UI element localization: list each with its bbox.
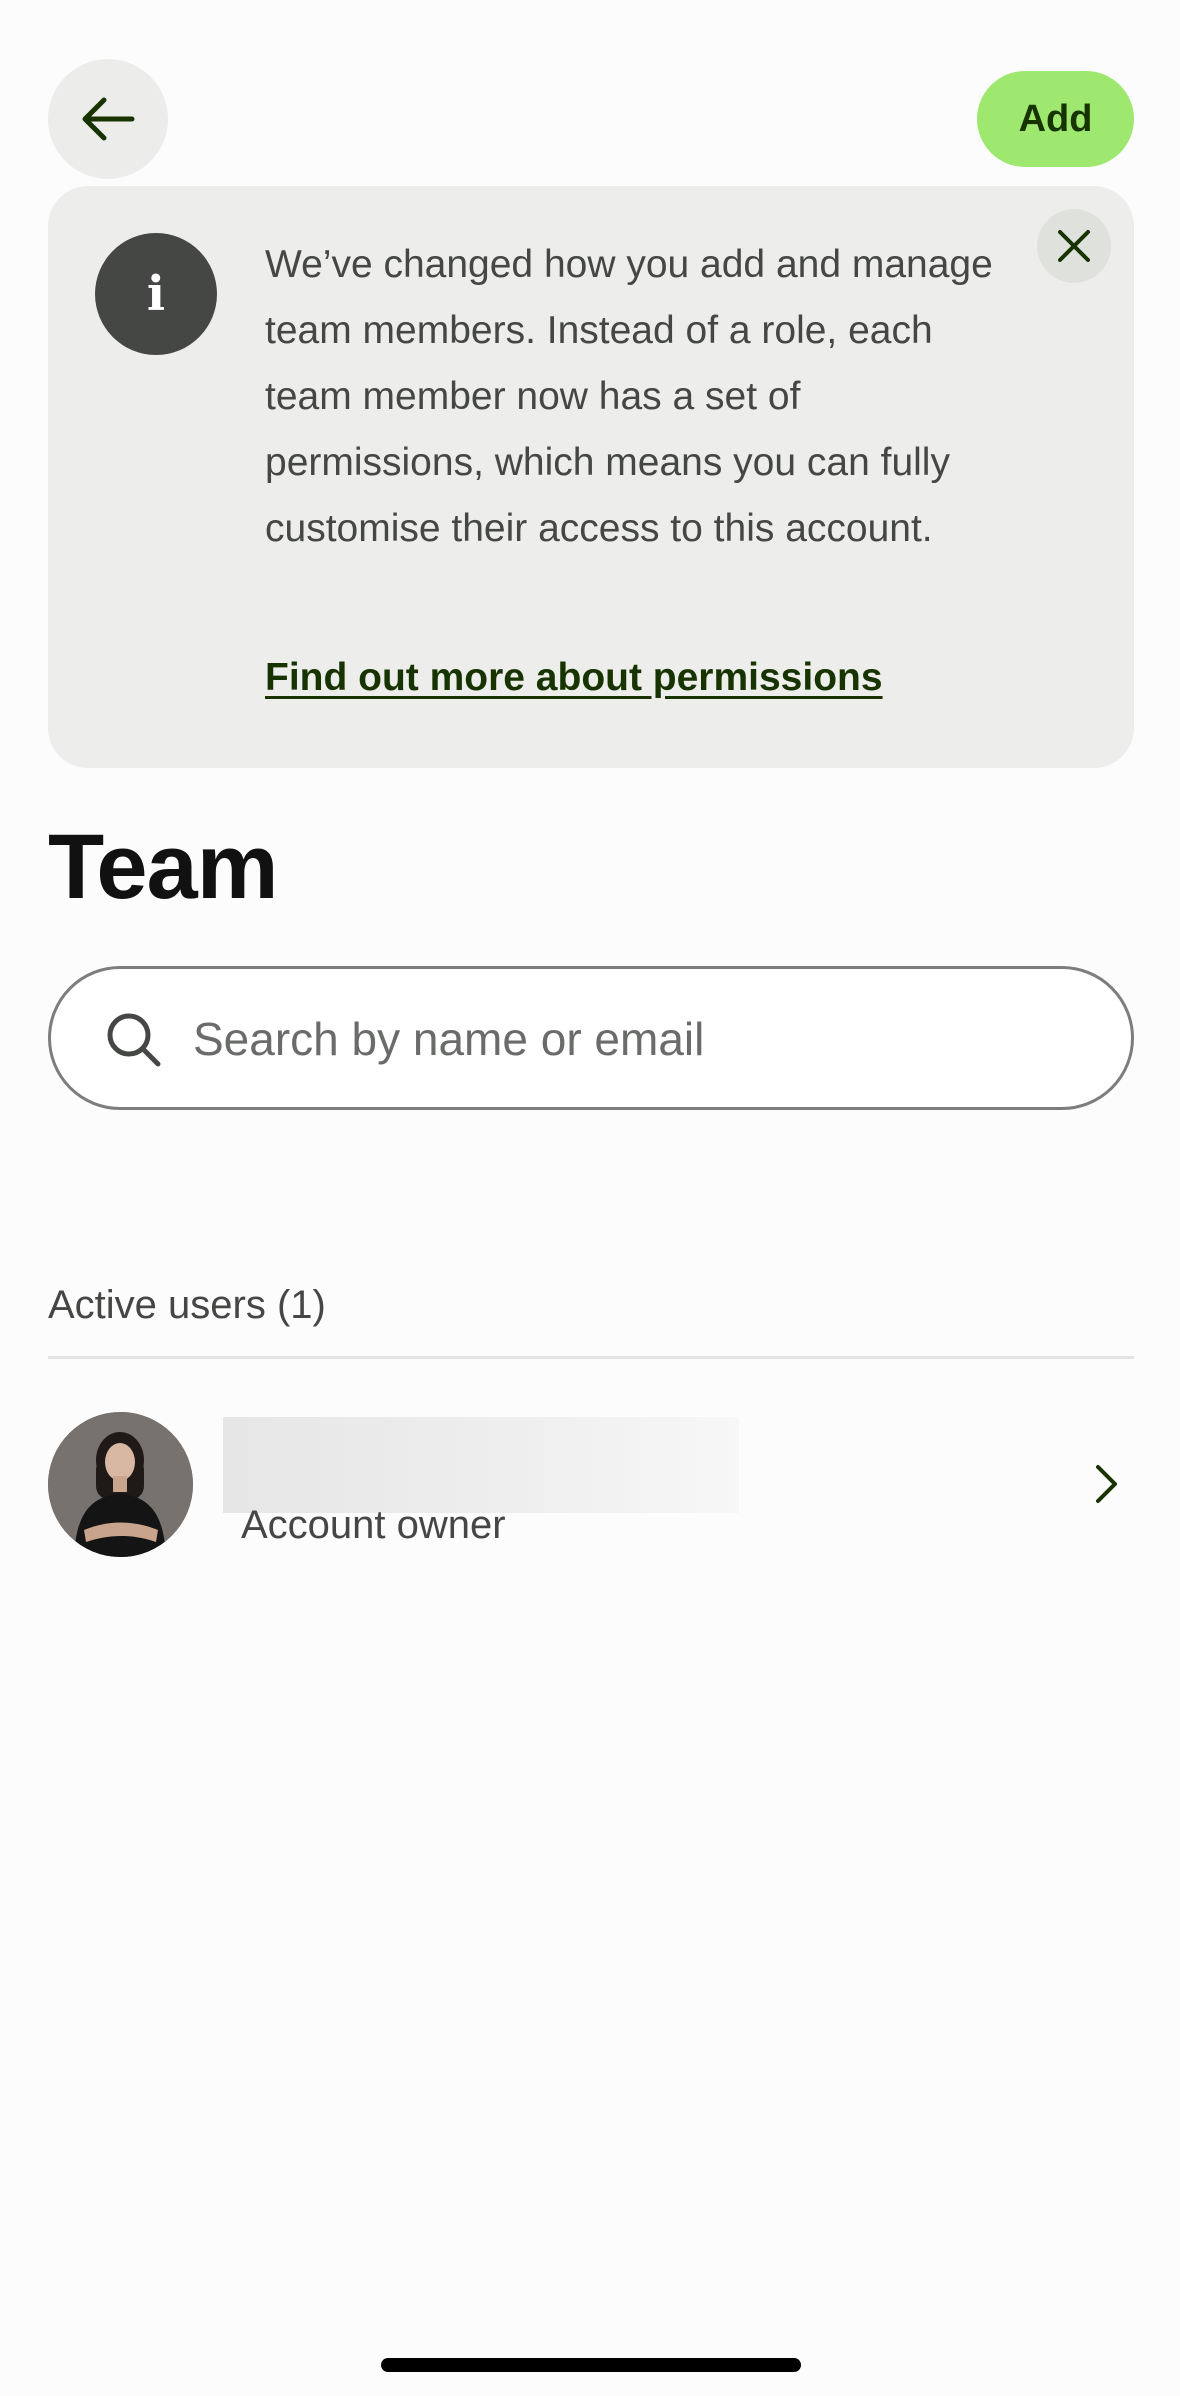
team-screen: Add i We’ve changed how you add and mana… (0, 0, 1180, 2396)
user-list-item[interactable]: Account owner (48, 1410, 1134, 1560)
avatar (48, 1412, 193, 1557)
info-banner: i We’ve changed how you add and manage t… (48, 186, 1134, 768)
banner-message: We’ve changed how you add and manage tea… (265, 243, 993, 550)
dismiss-banner-button[interactable] (1037, 209, 1111, 283)
search-field[interactable] (48, 966, 1134, 1110)
info-icon: i (95, 233, 217, 355)
active-users-header: Active users (1) (48, 1283, 326, 1327)
close-icon (1058, 230, 1090, 262)
search-icon (107, 1013, 161, 1067)
add-button[interactable]: Add (977, 71, 1134, 167)
chevron-right-icon (1096, 1465, 1117, 1503)
search-input[interactable] (193, 999, 1073, 1079)
home-indicator (381, 2358, 801, 2372)
permissions-link[interactable]: Find out more about permissions (265, 656, 883, 700)
user-role: Account owner (241, 1503, 506, 1547)
page-title: Team (48, 816, 279, 918)
back-button[interactable] (48, 59, 168, 179)
section-divider (48, 1356, 1134, 1359)
arrow-left-icon (82, 97, 135, 141)
user-name-redacted (223, 1417, 739, 1513)
